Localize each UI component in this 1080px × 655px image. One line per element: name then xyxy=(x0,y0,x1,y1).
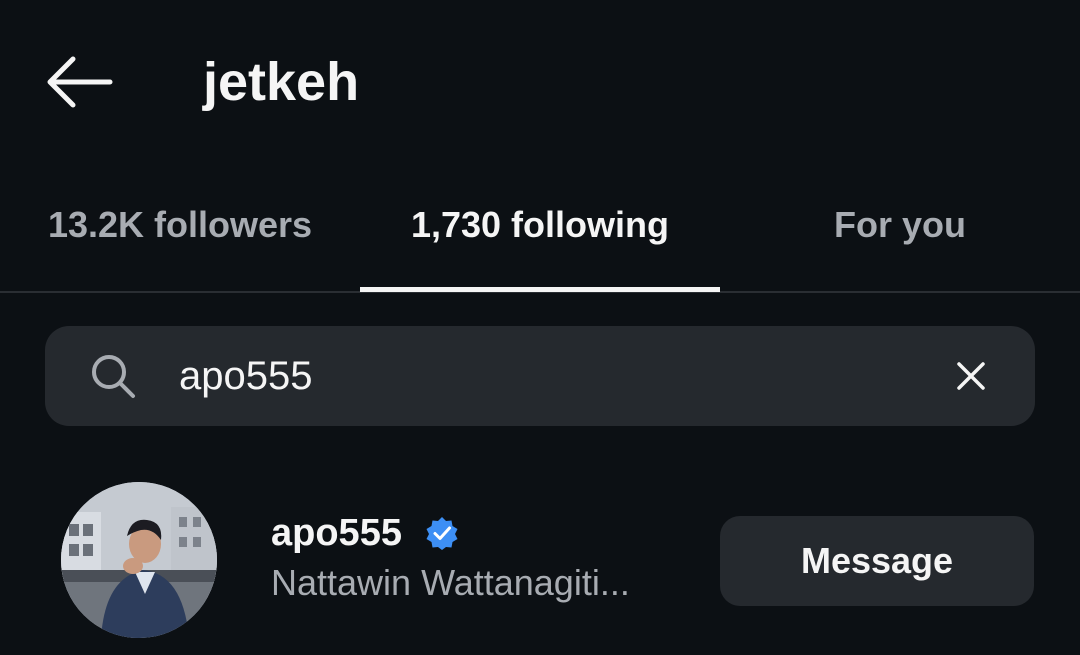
message-button[interactable]: Message xyxy=(720,516,1034,606)
tab-following[interactable]: 1,730 following xyxy=(360,180,720,291)
search-input[interactable] xyxy=(179,346,939,406)
tab-for-you[interactable]: For you xyxy=(720,180,1080,291)
avatar[interactable] xyxy=(61,482,217,638)
close-icon xyxy=(957,362,985,390)
tab-bar: 13.2K followers 1,730 following For you xyxy=(0,180,1080,293)
result-full-name: Nattawin Wattanagiti... xyxy=(271,562,630,603)
result-username[interactable]: apo555 xyxy=(271,510,402,556)
tab-followers[interactable]: 13.2K followers xyxy=(0,180,360,291)
back-button[interactable] xyxy=(40,50,120,114)
top-bar: jetkeh xyxy=(0,0,1080,160)
clear-search-button[interactable] xyxy=(951,356,991,396)
search-icon xyxy=(92,355,135,398)
list-item[interactable]: apo555 Nattawin Wattanagiti... Message xyxy=(0,480,1080,640)
active-tab-indicator xyxy=(360,287,720,292)
avatar-photo xyxy=(61,482,217,638)
verified-badge-icon xyxy=(426,517,458,550)
search-bar xyxy=(45,326,1035,426)
arrow-left-icon xyxy=(47,56,113,108)
page-title: jetkeh xyxy=(203,52,360,112)
